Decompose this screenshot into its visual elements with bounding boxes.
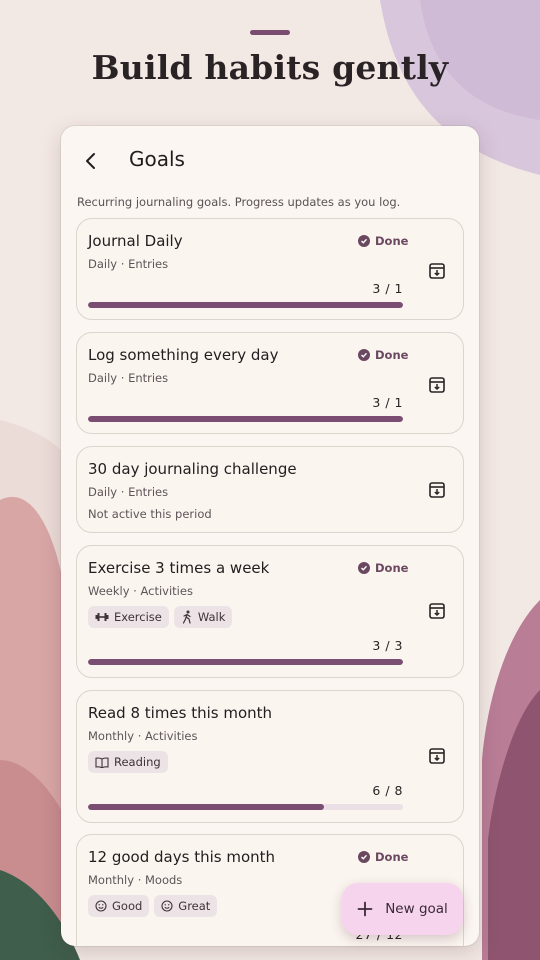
progress-bar (88, 302, 403, 308)
chip-row: Reading (88, 751, 168, 773)
archive-button[interactable] (424, 598, 450, 624)
back-button[interactable] (73, 143, 109, 179)
done-badge: Done (358, 348, 408, 362)
goal-card[interactable]: 30 day journaling challenge Daily · Entr… (76, 446, 464, 533)
done-badge: Done (358, 850, 408, 864)
goal-meta: Daily · Entries (88, 371, 169, 385)
sheet-handle (250, 30, 290, 35)
goal-meta: Weekly · Activities (88, 584, 193, 598)
new-goal-label: New goal (385, 901, 448, 917)
done-label: Done (375, 561, 409, 575)
goal-card[interactable]: Read 8 times this month Monthly · Activi… (76, 690, 464, 823)
goal-meta: Monthly · Moods (88, 873, 183, 887)
done-label: Done (375, 850, 409, 864)
progress-count: 6 / 8 (372, 783, 403, 798)
archive-button[interactable] (424, 258, 450, 284)
done-badge: Done (358, 234, 408, 248)
archive-icon (429, 748, 445, 764)
chip-label: Reading (114, 755, 161, 769)
check-circle-icon (358, 562, 370, 574)
phone-screen: Goals Recurring journaling goals. Progre… (61, 126, 479, 946)
archive-icon (429, 263, 445, 279)
chip-reading: Reading (88, 751, 168, 773)
done-label: Done (375, 348, 409, 362)
goal-card[interactable]: Exercise 3 times a week Weekly · Activit… (76, 545, 464, 678)
chip-row: Exercise Walk (88, 606, 233, 628)
goal-meta: Daily · Entries (88, 257, 169, 271)
check-circle-icon (358, 851, 370, 863)
archive-icon (429, 482, 445, 498)
chip-label: Exercise (114, 610, 162, 624)
archive-button[interactable] (424, 743, 450, 769)
smile-icon (95, 900, 107, 912)
progress-bar (88, 804, 403, 810)
done-badge: Done (358, 561, 408, 575)
progress-fill (88, 416, 403, 422)
progress-bar (88, 659, 403, 665)
archive-icon (429, 603, 445, 619)
progress-fill (88, 659, 403, 665)
goal-meta: Daily · Entries (88, 485, 169, 499)
goal-card[interactable]: Log something every day Daily · Entries … (76, 332, 464, 434)
done-label: Done (375, 234, 409, 248)
chip-good: Good (88, 895, 150, 917)
progress-count: 3 / 3 (372, 638, 403, 653)
archive-icon (429, 377, 445, 393)
check-circle-icon (358, 235, 370, 247)
goal-meta: Monthly · Activities (88, 729, 198, 743)
check-circle-icon (358, 349, 370, 361)
archive-button[interactable] (424, 477, 450, 503)
smile-icon (161, 900, 173, 912)
archive-button[interactable] (424, 372, 450, 398)
chip-row: Good Great (88, 895, 218, 917)
page-subtitle: Recurring journaling goals. Progress upd… (77, 195, 401, 209)
progress-count: 3 / 1 (372, 281, 403, 296)
chip-great: Great (154, 895, 218, 917)
chip-label: Great (178, 899, 211, 913)
plus-icon (357, 901, 373, 917)
goal-title: Log something every day (88, 346, 279, 364)
page-title: Goals (129, 147, 185, 171)
inactive-note: Not active this period (88, 507, 212, 521)
top-app-bar: Goals (61, 126, 479, 196)
chip-label: Good (112, 899, 143, 913)
promo-headline: Build habits gently (91, 48, 449, 87)
goal-title: 30 day journaling challenge (88, 460, 297, 478)
progress-fill (88, 804, 325, 810)
goal-card[interactable]: Journal Daily Daily · Entries Done 3 / 1 (76, 218, 464, 320)
back-arrow-icon (86, 153, 95, 169)
dumbbell-icon (95, 613, 109, 621)
walk-icon (182, 610, 191, 624)
chip-label: Walk (197, 610, 226, 624)
progress-bar (88, 416, 403, 422)
goal-title: Exercise 3 times a week (88, 559, 270, 577)
goal-title: Journal Daily (88, 232, 183, 250)
chip-walk: Walk (173, 606, 233, 628)
progress-count: 3 / 1 (372, 395, 403, 410)
progress-fill (88, 302, 403, 308)
new-goal-button[interactable]: New goal (342, 883, 463, 935)
chip-exercise: Exercise (88, 606, 169, 628)
book-icon (95, 756, 109, 768)
goal-title: Read 8 times this month (88, 704, 273, 722)
goal-title: 12 good days this month (88, 848, 276, 866)
